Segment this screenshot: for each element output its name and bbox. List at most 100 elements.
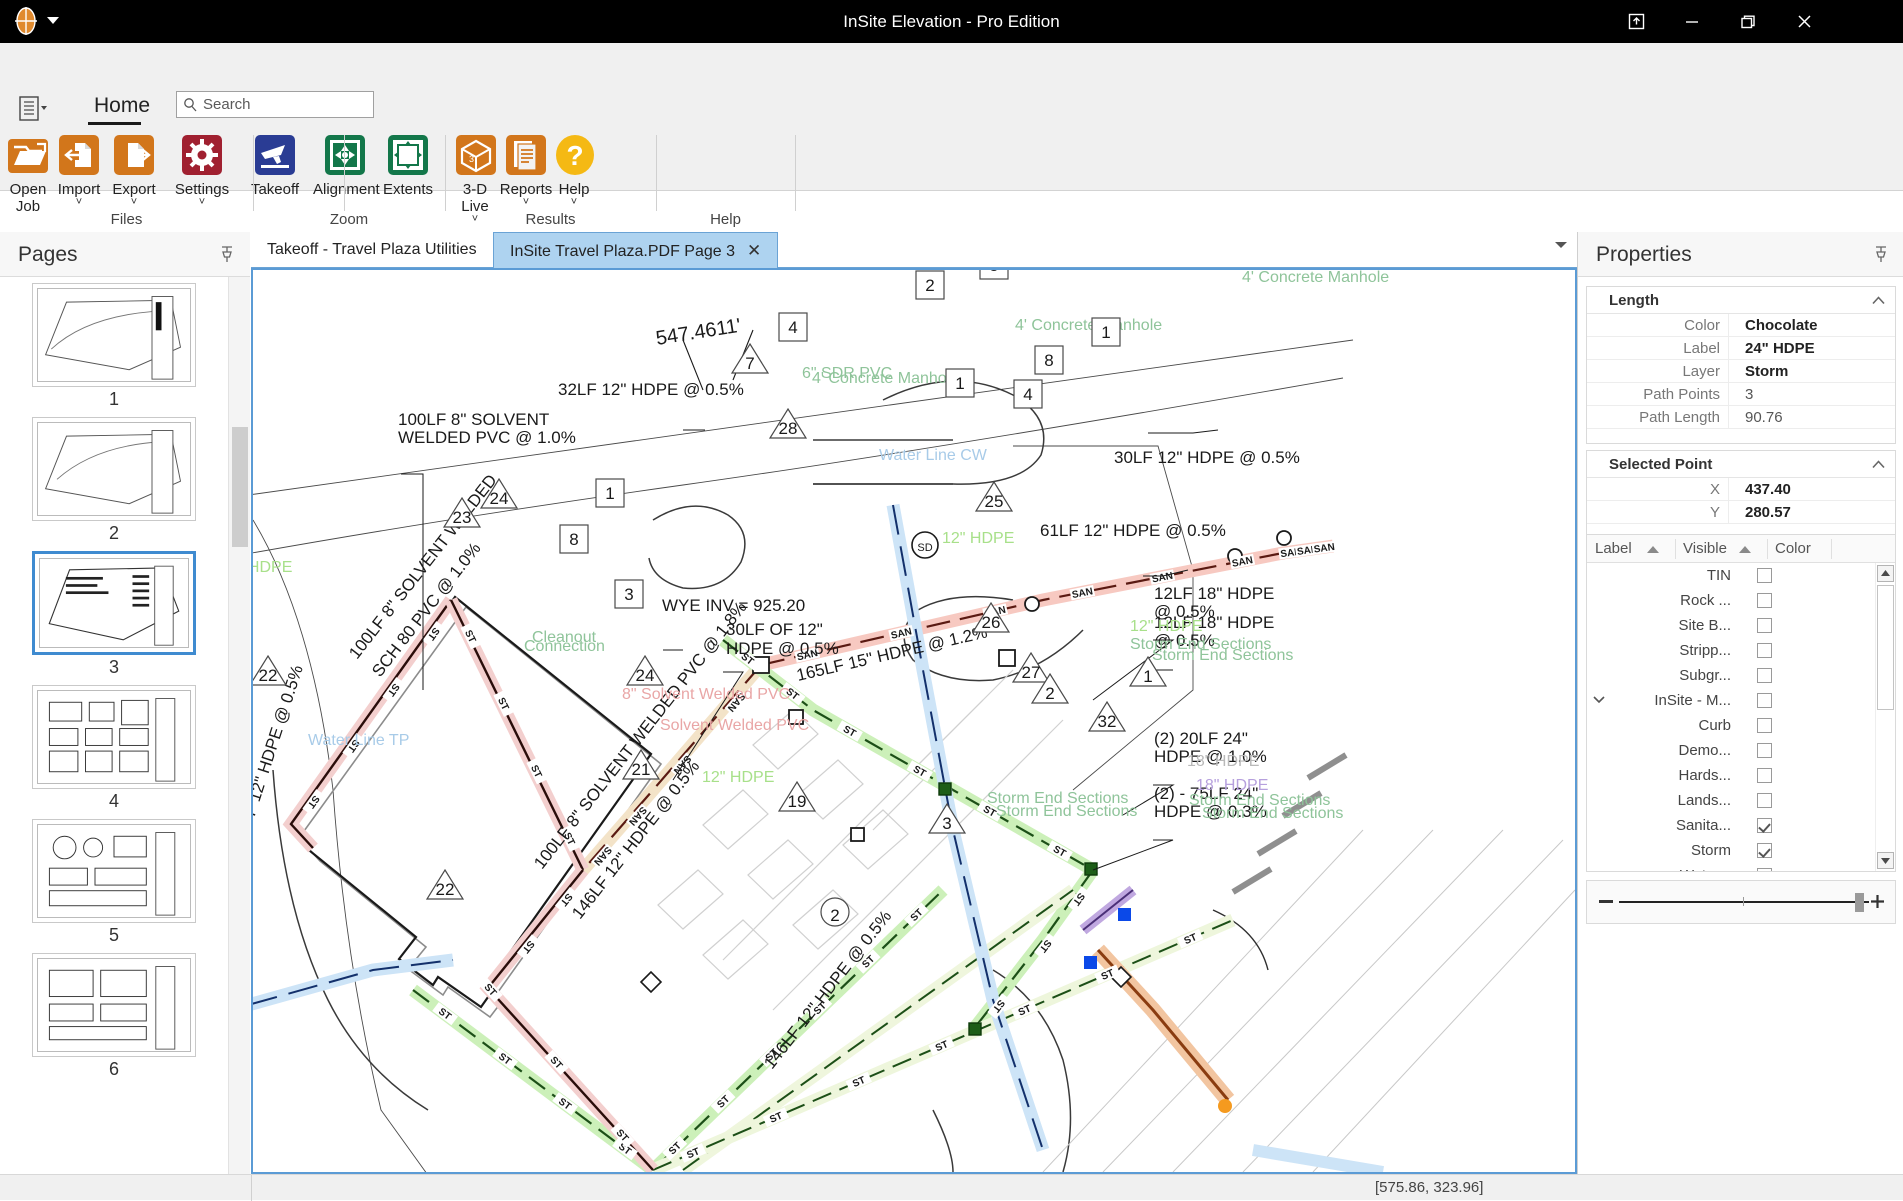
cad-layer-label: 12" HDPE [253,559,292,576]
ribbon-button-import[interactable]: Import ˅ [53,131,105,208]
restore-up-button[interactable] [1608,0,1664,43]
layer-visible-checkbox[interactable] [1757,593,1772,608]
layer-label: Hards... [1678,767,1731,784]
chevron-up-icon[interactable] [1872,460,1885,469]
chevron-down-icon[interactable]: ˅ [498,197,554,208]
layer-row[interactable]: TIN [1587,563,1875,588]
layer-scrollbar-thumb[interactable] [1877,585,1894,710]
layer-row[interactable]: Hards... [1587,763,1875,788]
pin-icon[interactable] [220,246,234,263]
minus-icon[interactable] [1599,900,1613,903]
cad-drawing[interactable]: SD SANSANSANSANSANSANSANSANSANSANSANSANS… [253,270,1575,1172]
layer-row[interactable]: Lands... [1587,788,1875,813]
layer-row[interactable]: Water... [1587,863,1875,871]
layer-visible-checkbox[interactable] [1757,743,1772,758]
layer-row[interactable]: Site B... [1587,613,1875,638]
minimize-button[interactable] [1664,0,1720,43]
page-thumbnail-3[interactable] [32,551,196,655]
layer-visible-checkbox[interactable] [1757,693,1772,708]
layer-visible-checkbox[interactable] [1757,868,1772,871]
layer-visible-checkbox[interactable] [1757,843,1772,858]
layer-row[interactable]: Demo... [1587,738,1875,763]
layer-list-table[interactable]: Label Visible Color TIN Rock ... Site B...… [1586,534,1896,872]
ribbon-button-settings[interactable]: Settings ˅ [166,131,238,208]
layer-visible-checkbox[interactable] [1757,818,1772,833]
zoom-slider-track[interactable] [1619,901,1869,903]
property-value[interactable]: Chocolate [1737,314,1895,337]
layer-row[interactable]: Curb [1587,713,1875,738]
close-icon[interactable]: ✕ [747,241,761,260]
layer-col-label[interactable]: Label [1595,535,1632,563]
maximize-button[interactable] [1720,0,1776,43]
tab-home[interactable]: Home [88,90,156,124]
chevron-down-icon[interactable]: ˅ [551,197,597,208]
pages-scrollbar[interactable] [228,277,250,1174]
ribbon-button-help[interactable]: ? Help ˅ [551,131,597,208]
property-value[interactable]: 90.76 [1737,406,1895,429]
layer-visible-checkbox[interactable] [1757,618,1772,633]
gear-icon [182,135,222,175]
layer-row[interactable]: Rock ... [1587,588,1875,613]
page-thumbnail-6[interactable] [32,953,196,1057]
scroll-up-triangle-up-icon[interactable] [1877,565,1894,582]
ribbon-group-caption-results: Results [525,211,576,228]
layer-row[interactable]: Sanita... [1587,813,1875,838]
document-tab-1[interactable]: Takeoff - Travel Plaza Utilities [251,232,493,268]
layer-row[interactable]: InSite - M... [1587,688,1875,713]
layer-row[interactable]: Storm [1587,838,1875,863]
ribbon-button-export[interactable]: Export ˅ [105,131,163,208]
zoom-slider[interactable] [1586,880,1896,924]
drawing-canvas[interactable]: SD SAN SAN SAN SAN SAN SAN SAN SAN SAN SAN SAN SAN S… [251,268,1577,1174]
pages-thumbnail-list[interactable]: 1 2 3 4 5 6 [0,277,228,1174]
layer-scrollbar[interactable] [1875,563,1895,871]
ribbon-button-alignment[interactable]: Alignment [313,131,380,198]
layer-col-color[interactable]: Color [1775,535,1811,563]
zoom-slider-knob[interactable] [1855,893,1864,912]
chevron-down-icon[interactable]: ˅ [105,197,163,208]
properties-section-header[interactable]: Length [1587,287,1895,314]
layer-col-visible[interactable]: Visible [1683,535,1727,563]
sort-asc-icon[interactable] [1739,546,1751,553]
document-tab-2[interactable]: InSite Travel Plaza.PDF Page 3 ✕ [493,232,779,268]
layer-row[interactable]: Stripp... [1587,638,1875,663]
property-key: Label [1609,337,1729,360]
property-value[interactable]: 437.40 [1737,478,1895,501]
ribbon-button-open[interactable]: Open Job [3,131,53,215]
pages-scrollbar-thumb[interactable] [232,427,248,547]
layer-label: Curb [1698,717,1731,734]
scroll-down-triangle-down-icon[interactable] [1877,852,1894,869]
layer-visible-checkbox[interactable] [1757,718,1772,733]
menu-list-icon[interactable] [18,95,56,123]
chevron-down-icon[interactable]: ˅ [53,197,105,208]
page-thumbnail-5[interactable] [32,819,196,923]
chevron-down-icon[interactable]: ˅ [166,197,238,208]
property-value[interactable]: 3 [1737,383,1895,406]
property-value[interactable]: 280.57 [1737,501,1895,524]
layer-visible-checkbox[interactable] [1757,668,1772,683]
page-thumbnail-4[interactable] [32,685,196,789]
page-thumbnail-2[interactable] [32,417,196,521]
property-value[interactable]: 24" HDPE [1737,337,1895,360]
layer-visible-checkbox[interactable] [1757,568,1772,583]
layer-rows[interactable]: TIN Rock ... Site B... Stripp... Subgr... InS… [1587,563,1875,871]
ribbon-button-extents[interactable]: Extents [377,131,439,198]
plus-icon[interactable] [1870,894,1885,909]
sort-asc-icon[interactable] [1647,546,1659,553]
pin-icon[interactable] [1874,246,1888,263]
layer-visible-checkbox[interactable] [1757,643,1772,658]
search-input[interactable]: Search [176,91,374,118]
chevron-up-icon[interactable] [1872,296,1885,305]
property-row: Color Chocolate [1587,314,1895,337]
properties-section-header[interactable]: Selected Point [1587,451,1895,478]
layer-row[interactable]: Subgr... [1587,663,1875,688]
layer-label: InSite - M... [1654,692,1731,709]
tab-overflow-chevron-down-icon[interactable] [1555,242,1567,248]
layer-visible-checkbox[interactable] [1757,793,1772,808]
property-value[interactable]: Storm [1737,360,1895,383]
cad-annotation: 30LF 12" HDPE @ 0.5% [1114,448,1300,467]
ribbon-button-takeoff[interactable]: Takeoff [237,131,313,198]
close-window-button[interactable] [1776,0,1832,43]
ribbon-button-reports[interactable]: Reports ˅ [498,131,554,208]
layer-visible-checkbox[interactable] [1757,768,1772,783]
page-thumbnail-1[interactable] [32,283,196,387]
